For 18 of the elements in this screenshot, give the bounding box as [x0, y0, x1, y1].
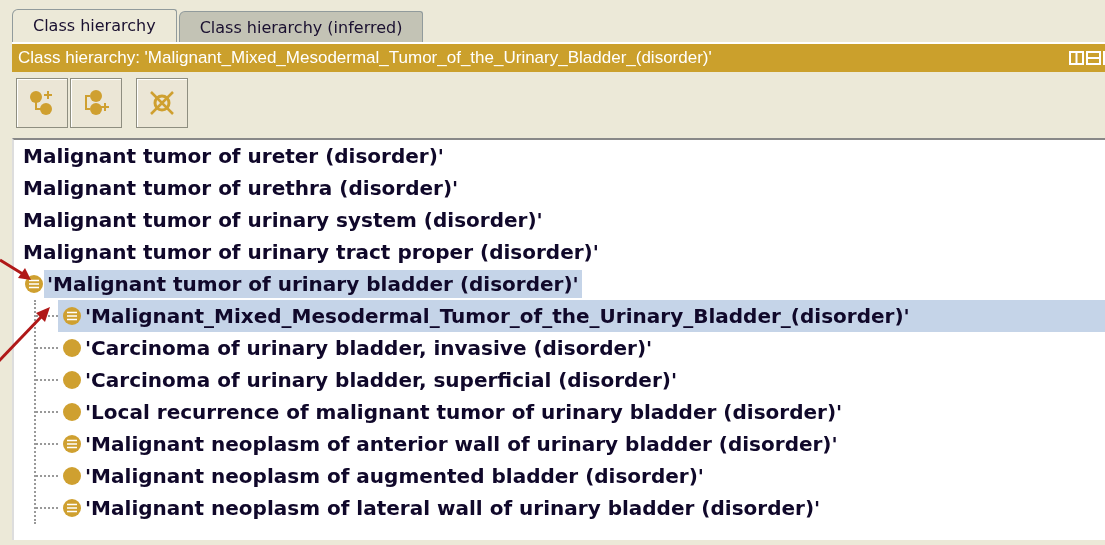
tab[interactable]: Class hierarchy [12, 9, 177, 42]
tree-node-label[interactable]: Malignant tumor of urinary system (disorder)' [20, 206, 546, 234]
delete-class-button[interactable] [136, 78, 188, 128]
add-subclass-button[interactable] [16, 78, 68, 128]
tree-node-label[interactable]: 'Carcinoma of urinary bladder, superficial (disorder)' [82, 366, 681, 394]
tree-node-label[interactable]: 'Malignant neoplasm of lateral wall of urinary bladder (disorder)' [82, 494, 824, 522]
tree-node-label[interactable]: 'Local recurrence of malignant tumor of urinary bladder (disorder)' [82, 398, 846, 426]
tree-node-label[interactable]: 'Malignant neoplasm of anterior wall of urinary bladder (disorder)' [82, 430, 841, 458]
tree-node-label[interactable]: Malignant tumor of ureter (disorder)' [20, 142, 447, 170]
tree-node-label[interactable]: Malignant tumor of urethra (disorder)' [20, 174, 462, 202]
tab[interactable]: Class hierarchy (inferred) [178, 11, 424, 42]
add-sibling-button[interactable] [70, 78, 122, 128]
tree-node-label[interactable]: 'Malignant neoplasm of augmented bladder (disorder)' [82, 462, 707, 490]
tree-node-label[interactable]: 'Carcinoma of urinary bladder, invasive (disorder)' [82, 334, 656, 362]
tree-node-label[interactable]: Malignant tumor of urinary tract proper (disorder)' [20, 238, 602, 266]
panel-title: Class hierarchy: 'Malignant_Mixed_Mesodermal_Tumor_of_the_Urinary_Bladder_(disorder)' [18, 48, 712, 68]
tree-node-label[interactable]: 'Malignant tumor of urinary bladder (disorder)' [44, 270, 582, 298]
view-layout-icon[interactable] [1069, 50, 1105, 66]
